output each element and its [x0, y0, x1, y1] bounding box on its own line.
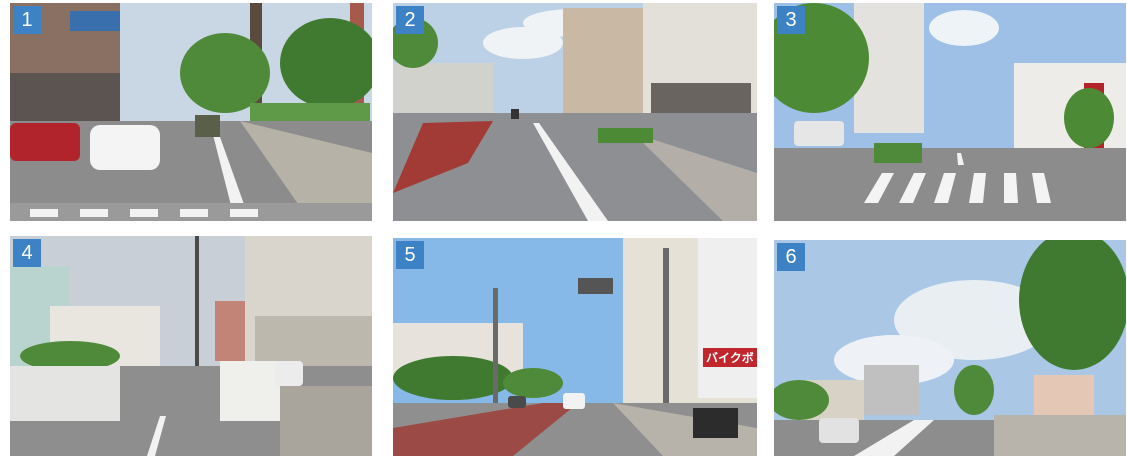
- panel-number-badge: 2: [396, 6, 424, 34]
- street-scene-1: [10, 3, 372, 221]
- street-photo-4: 4: [10, 236, 372, 456]
- street-photo-6: 6: [774, 240, 1126, 456]
- street-photo-1: 1: [10, 3, 372, 221]
- panel-number-badge: 4: [13, 239, 41, 267]
- panel-number-badge: 6: [777, 243, 805, 271]
- street-photo-2: 2: [393, 3, 757, 221]
- panel-number-badge: 5: [396, 241, 424, 269]
- panel-number-badge: 1: [13, 6, 41, 34]
- street-photo-5: バイクボ 5: [393, 238, 757, 456]
- street-scene-6: [774, 240, 1126, 456]
- shop-sign: バイクボ: [703, 348, 757, 367]
- street-scene-3: [774, 3, 1126, 221]
- panel-number-badge: 3: [777, 6, 805, 34]
- street-photo-3: 3: [774, 3, 1126, 221]
- street-scene-4: [10, 236, 372, 456]
- street-scene-5: [393, 238, 757, 456]
- street-scene-2: [393, 3, 757, 221]
